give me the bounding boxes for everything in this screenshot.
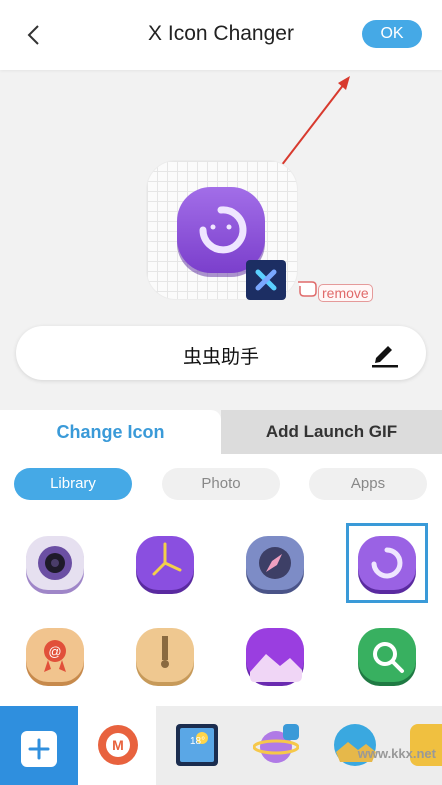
- filter-photo[interactable]: Photo: [162, 468, 280, 500]
- tab-change-icon[interactable]: Change Icon: [0, 410, 221, 454]
- weather-icon[interactable]: 18°: [174, 722, 220, 768]
- x-logo-icon: [255, 269, 277, 291]
- selected-icon-frame: [346, 523, 428, 603]
- app-name-field[interactable]: 虫虫助手: [16, 326, 426, 380]
- tab-add-launch-gif[interactable]: Add Launch GIF: [221, 410, 442, 454]
- plus-icon-bg: [21, 731, 57, 767]
- watermark: www.kkx.net: [357, 746, 436, 761]
- camera-lens-icon[interactable]: [24, 534, 86, 596]
- svg-text:@: @: [48, 644, 61, 659]
- filter-apps[interactable]: Apps: [309, 468, 427, 500]
- android-search-icon[interactable]: [356, 626, 418, 688]
- app-name-text: 虫虫助手: [182, 347, 259, 368]
- compass-icon[interactable]: [244, 534, 306, 596]
- x-icon-changer-badge[interactable]: [246, 260, 286, 300]
- svg-text:M: M: [112, 737, 124, 753]
- email-badge-icon[interactable]: @: [24, 626, 86, 688]
- planet-icon[interactable]: [253, 722, 299, 768]
- clock-icon[interactable]: [134, 534, 196, 596]
- filter-library[interactable]: Library: [14, 468, 132, 500]
- zipper-icon[interactable]: [134, 626, 196, 688]
- ok-button[interactable]: OK: [362, 20, 422, 48]
- partial-tray-icon[interactable]: [408, 722, 442, 768]
- top-bar: X Icon Changer OK: [0, 0, 442, 70]
- svg-text:18°: 18°: [190, 736, 205, 747]
- music-icon[interactable]: M: [95, 722, 141, 768]
- landscape-icon[interactable]: [332, 722, 378, 768]
- mountain-image-icon[interactable]: [244, 626, 306, 688]
- add-button[interactable]: [0, 706, 78, 785]
- plus-icon: [28, 738, 50, 760]
- remove-label[interactable]: remove: [318, 284, 373, 302]
- pencil-edit-icon[interactable]: [370, 338, 398, 368]
- tab-bar: Change Icon Add Launch GIF: [0, 410, 442, 454]
